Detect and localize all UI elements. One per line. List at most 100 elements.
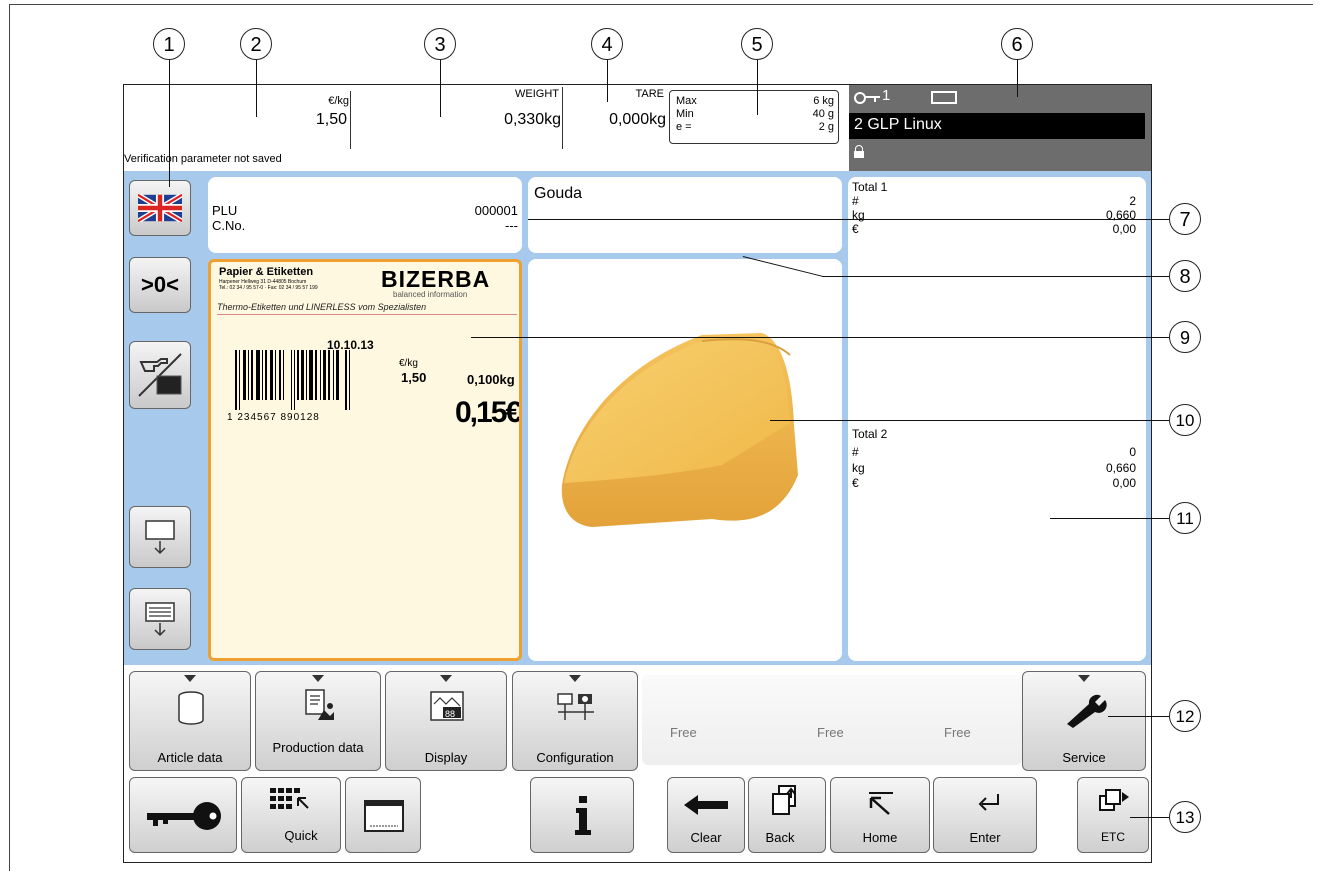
callout-line	[1108, 716, 1169, 717]
back-button[interactable]: Back	[748, 777, 826, 853]
production-data-icon	[305, 689, 334, 720]
company-name: Papier & Etiketten	[219, 266, 314, 278]
callout-9: 9	[1169, 321, 1201, 353]
total1-row: # 2	[852, 194, 1136, 208]
free-key-2[interactable]: Free	[817, 725, 844, 740]
etc-label: ETC	[1101, 830, 1125, 844]
callout-2: 2	[240, 28, 272, 60]
barcode-digits: 1 234567 890128	[227, 412, 320, 423]
configuration-button[interactable]: Configuration	[512, 671, 638, 771]
manual-entry-button[interactable]	[129, 341, 191, 409]
info-icon	[575, 796, 591, 835]
label-preview[interactable]: Papier & Etiketten Harpener Hellweg 31 D…	[208, 259, 522, 661]
wrench-icon	[1067, 694, 1107, 728]
keyboard-window-button[interactable]	[345, 777, 421, 853]
login-key-button[interactable]	[129, 777, 237, 853]
scale-info-box: Max 6 kg Min 40 g e = 2 g	[669, 90, 839, 144]
enter-arrow-icon	[978, 794, 999, 811]
callout-8: 8	[1169, 260, 1201, 292]
callout-4: 4	[591, 28, 623, 60]
callout-11: 11	[1169, 502, 1201, 534]
production-data-button[interactable]: Production data	[255, 671, 381, 771]
total1-title: Total 1	[852, 180, 888, 194]
zero-set-button[interactable]: >0<	[129, 257, 191, 313]
clear-button[interactable]: Clear	[667, 777, 745, 853]
callout-1: 1	[153, 28, 185, 60]
total1-eur-label: €	[852, 222, 859, 236]
callout-10: 10	[1169, 404, 1201, 436]
article-data-label: Article data	[157, 750, 223, 765]
plu-value: 000001	[474, 203, 518, 218]
database-icon	[178, 691, 204, 725]
label-feed-button[interactable]	[129, 506, 191, 568]
total2-kg-value: 0,660	[1105, 461, 1136, 475]
dropdown-arrow-icon	[440, 675, 452, 682]
key-icon	[854, 91, 880, 104]
callout-13: 13	[1169, 801, 1201, 833]
home-button[interactable]: Home	[830, 777, 930, 853]
article-picture-panel	[528, 259, 842, 661]
info-button[interactable]	[530, 777, 634, 853]
weight-label: WEIGHT	[515, 88, 559, 100]
language-button[interactable]	[129, 180, 191, 236]
free-key-area	[642, 675, 1022, 765]
etc-button[interactable]: ETC	[1077, 777, 1149, 853]
key-icon	[147, 802, 221, 830]
hand-display-icon	[138, 353, 182, 397]
enter-button[interactable]: Enter	[933, 777, 1037, 853]
brand-tagline: balanced information	[393, 290, 468, 299]
company-phone: Tel.: 02 34 / 95 57-0 · Fax: 02 34 / 95 …	[219, 285, 318, 291]
barcode-icon	[235, 350, 350, 410]
device-name-bar: 2 GLP Linux	[849, 113, 1145, 139]
keyboard-window-icon	[364, 800, 404, 832]
callout-line	[528, 219, 1169, 220]
label-price: 0,15€	[455, 396, 521, 429]
total2-kg-label: kg	[852, 461, 865, 475]
label-slogan: Thermo-Etiketten und LINERLESS vom Spezi…	[217, 302, 427, 312]
plu-label: PLU	[212, 203, 238, 218]
quick-button[interactable]: Quick	[241, 777, 341, 853]
enter-label: Enter	[969, 830, 1001, 845]
label-down-icon	[145, 520, 175, 555]
dropdown-arrow-icon	[569, 675, 581, 682]
total1-count-label: #	[852, 194, 859, 208]
total1-count-value: 2	[1129, 194, 1136, 208]
label-unit-price: 1,50	[401, 370, 427, 385]
configuration-icon	[557, 693, 594, 720]
total2-row: # 0	[852, 445, 1136, 459]
etc-windows-icon	[1099, 789, 1129, 811]
plu-panel: PLU 000001 C.No. ---	[208, 177, 522, 253]
cno-value: ---	[505, 218, 518, 233]
callout-line	[1017, 57, 1018, 97]
scale-min-value: 40 g	[812, 108, 834, 120]
callout-7: 7	[1169, 203, 1201, 235]
back-label: Back	[765, 830, 795, 845]
display-button[interactable]: 88 Display	[385, 671, 507, 771]
device-name: 2 GLP Linux	[854, 116, 942, 133]
tare-label: TARE	[635, 88, 664, 100]
service-button[interactable]: Service	[1022, 671, 1146, 771]
zero-label: >0<	[141, 272, 179, 297]
free-key-1[interactable]: Free	[670, 725, 697, 740]
free-key-3[interactable]: Free	[944, 725, 971, 740]
production-data-label: Production data	[272, 740, 364, 755]
article-name-panel: Gouda	[528, 177, 842, 253]
arrow-left-icon	[684, 795, 728, 815]
home-label: Home	[862, 830, 898, 845]
callout-line	[440, 57, 441, 117]
display-label: Display	[424, 750, 468, 765]
article-data-button[interactable]: Article data	[129, 671, 251, 771]
scale-max-label: Max	[676, 95, 697, 107]
user-key-number: 1	[882, 87, 891, 104]
unlocked-lock-icon	[854, 145, 864, 159]
scale-e-label: e =	[676, 121, 692, 133]
dropdown-arrow-icon	[184, 675, 196, 682]
user-status-panel: 1 2 GLP Linux	[849, 85, 1151, 171]
callout-line	[471, 337, 1169, 338]
callout-12: 12	[1169, 700, 1201, 732]
scale-screen: €/kg 1,50 WEIGHT 0,330kg TARE 0,000kg Ma…	[123, 84, 1152, 863]
callout-line	[169, 57, 170, 187]
list-feed-button[interactable]	[129, 588, 191, 650]
total1-eur-value: 0,00	[1112, 222, 1136, 236]
uk-flag-icon	[138, 194, 182, 222]
